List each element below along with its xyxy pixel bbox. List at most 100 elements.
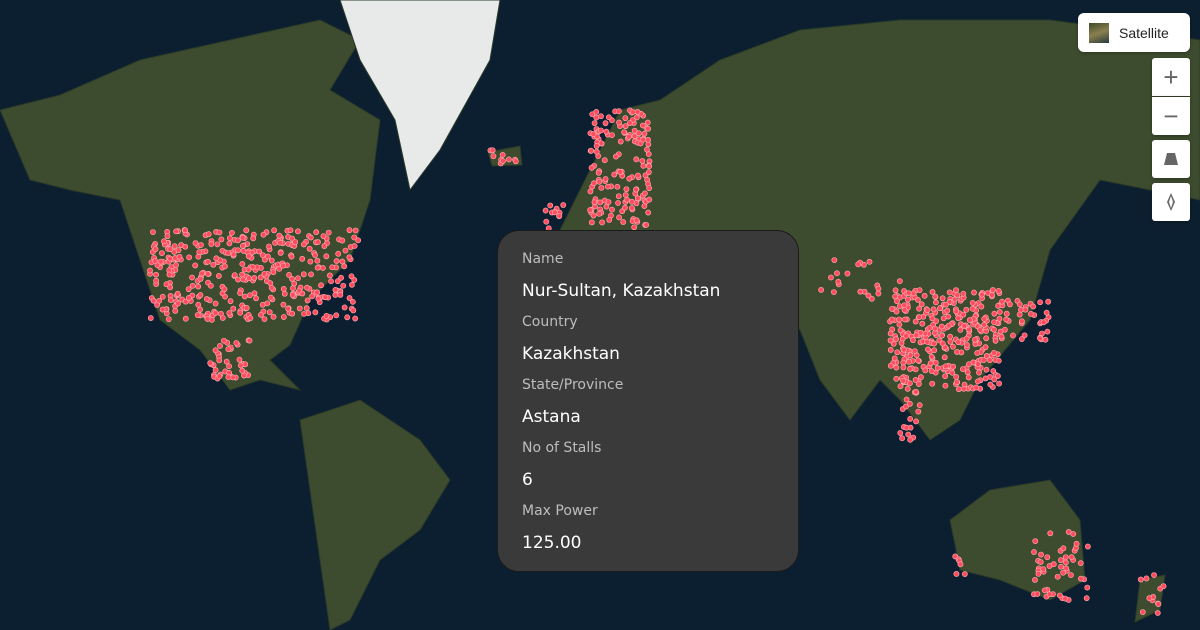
station-marker[interactable] [954, 349, 960, 355]
station-marker[interactable] [919, 320, 926, 327]
station-marker[interactable] [645, 125, 652, 132]
station-marker[interactable] [1022, 306, 1029, 313]
station-marker[interactable] [944, 307, 951, 314]
station-marker[interactable] [289, 292, 296, 298]
station-marker[interactable] [285, 305, 291, 312]
station-marker[interactable] [489, 147, 496, 154]
station-marker[interactable] [150, 229, 156, 235]
station-marker[interactable] [588, 147, 595, 154]
station-marker[interactable] [593, 143, 600, 149]
station-marker[interactable] [332, 287, 339, 293]
station-marker[interactable] [888, 316, 895, 323]
station-marker[interactable] [249, 263, 256, 270]
station-marker[interactable] [818, 286, 825, 293]
station-marker[interactable] [942, 363, 949, 370]
station-marker[interactable] [1062, 559, 1069, 566]
station-marker[interactable] [588, 164, 595, 171]
station-marker[interactable] [260, 231, 267, 238]
station-marker[interactable] [603, 128, 610, 135]
station-marker[interactable] [295, 275, 301, 282]
station-marker[interactable] [207, 360, 214, 367]
station-marker[interactable] [235, 237, 241, 244]
station-marker[interactable] [900, 359, 907, 366]
station-marker[interactable] [946, 289, 953, 296]
station-marker[interactable] [185, 295, 192, 301]
station-marker[interactable] [173, 228, 180, 235]
station-marker[interactable] [233, 340, 240, 346]
station-marker[interactable] [295, 228, 301, 235]
station-marker[interactable] [645, 209, 652, 216]
station-marker[interactable] [925, 346, 931, 353]
station-marker[interactable] [153, 277, 160, 284]
station-marker[interactable] [329, 264, 336, 271]
station-marker[interactable] [913, 418, 919, 425]
station-marker[interactable] [1037, 559, 1044, 565]
station-marker[interactable] [928, 368, 935, 374]
station-marker[interactable] [296, 305, 303, 312]
station-marker[interactable] [996, 315, 1003, 322]
station-marker[interactable] [333, 312, 340, 319]
station-marker[interactable] [595, 169, 602, 176]
station-marker[interactable] [907, 352, 914, 359]
station-marker[interactable] [1077, 560, 1084, 567]
station-marker[interactable] [591, 199, 598, 206]
station-marker[interactable] [216, 373, 223, 380]
station-marker[interactable] [325, 229, 332, 236]
station-marker[interactable] [1003, 310, 1010, 317]
station-marker[interactable] [896, 316, 903, 323]
station-marker[interactable] [645, 169, 652, 176]
station-marker[interactable] [643, 221, 650, 228]
station-marker[interactable] [857, 288, 864, 295]
station-marker[interactable] [897, 327, 904, 334]
station-marker[interactable] [939, 340, 946, 347]
station-marker[interactable] [1146, 595, 1153, 602]
station-marker[interactable] [289, 276, 295, 282]
station-marker[interactable] [208, 241, 215, 247]
station-marker[interactable] [606, 216, 613, 223]
station-marker[interactable] [542, 207, 549, 214]
station-marker[interactable] [614, 183, 621, 190]
station-marker[interactable] [230, 251, 237, 258]
station-marker[interactable] [216, 229, 223, 236]
station-marker[interactable] [1010, 332, 1016, 339]
station-marker[interactable] [1073, 540, 1080, 547]
station-marker[interactable] [308, 271, 314, 278]
station-marker[interactable] [192, 240, 199, 247]
station-marker[interactable] [1050, 561, 1057, 568]
station-marker[interactable] [887, 347, 894, 353]
station-marker[interactable] [996, 380, 1003, 387]
station-marker[interactable] [159, 306, 166, 313]
station-marker[interactable] [205, 231, 212, 238]
station-marker[interactable] [237, 362, 244, 369]
station-marker[interactable] [1068, 554, 1075, 561]
station-marker[interactable] [1084, 584, 1091, 591]
station-marker[interactable] [1046, 591, 1053, 598]
station-marker[interactable] [590, 131, 597, 137]
station-marker[interactable] [893, 375, 900, 382]
station-marker[interactable] [995, 373, 1001, 379]
station-marker[interactable] [960, 385, 967, 392]
station-marker[interactable] [221, 337, 227, 344]
station-marker[interactable] [499, 151, 506, 158]
station-marker[interactable] [241, 293, 248, 300]
station-marker[interactable] [828, 274, 834, 281]
station-marker[interactable] [315, 239, 321, 245]
station-marker[interactable] [176, 253, 183, 260]
station-marker[interactable] [304, 297, 311, 304]
station-marker[interactable] [960, 366, 966, 373]
station-marker[interactable] [227, 298, 234, 305]
station-marker[interactable] [645, 136, 651, 143]
station-marker[interactable] [351, 243, 358, 249]
station-marker[interactable] [352, 227, 359, 234]
station-marker[interactable] [945, 322, 952, 329]
station-marker[interactable] [621, 129, 628, 136]
station-marker[interactable] [280, 301, 287, 308]
station-marker[interactable] [1060, 545, 1067, 552]
station-marker[interactable] [551, 209, 558, 216]
station-marker[interactable] [556, 213, 563, 219]
station-marker[interactable] [900, 346, 907, 353]
station-marker[interactable] [299, 255, 306, 262]
station-marker[interactable] [929, 380, 936, 387]
station-marker[interactable] [915, 357, 921, 364]
station-marker[interactable] [171, 243, 178, 250]
